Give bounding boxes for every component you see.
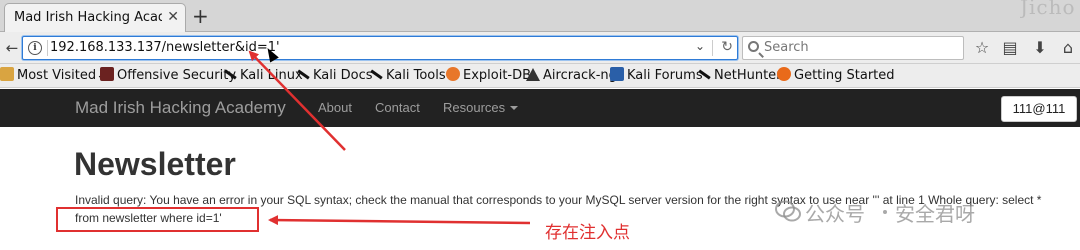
address-bar[interactable]: i 192.168.133.137/newsletter&id=1' ⌄ ↻ <box>22 36 738 60</box>
info-icon[interactable]: i <box>28 41 42 55</box>
caret-down-icon <box>510 106 519 110</box>
watermark-label: 公众号 <box>805 202 865 226</box>
firefox-icon <box>777 67 791 81</box>
url-input[interactable]: 192.168.133.137/newsletter&id=1' <box>50 40 280 55</box>
home-icon[interactable]: ⌂ <box>1058 38 1078 58</box>
url-divider <box>712 40 713 56</box>
nav-contact-link[interactable]: Contact <box>375 100 420 115</box>
bookmark-kali-docs[interactable]: Kali Docs <box>296 67 373 85</box>
user-account-button[interactable]: 111@111 <box>1001 96 1077 122</box>
bookmark-kali-tools[interactable]: Kali Tools <box>369 67 446 85</box>
search-input[interactable]: Search <box>742 36 964 60</box>
page-title: Newsletter <box>74 146 236 182</box>
tab-title: Mad Irish Hacking Academ <box>14 10 162 25</box>
bookmarks-bar: Most Visited⌄ Offensive Security Kali Li… <box>0 64 1080 88</box>
injection-highlight-box <box>56 207 259 232</box>
browser-tab[interactable]: Mad Irish Hacking Academ ✕ <box>4 3 186 33</box>
bookmark-most-visited[interactable]: Most Visited⌄ <box>0 67 107 85</box>
site-brand-link[interactable]: Mad Irish Hacking Academy <box>75 98 286 118</box>
bookmark-label: Kali Tools <box>386 68 446 83</box>
kali-forums-icon <box>610 67 624 81</box>
bookmark-exploit-db[interactable]: Exploit-DB <box>446 67 531 85</box>
bookmark-label: Kali Docs <box>313 68 373 83</box>
kali-dragon-icon <box>697 67 711 81</box>
url-divider <box>47 40 48 56</box>
new-tab-button[interactable]: + <box>192 4 209 28</box>
bookmark-label: Kali Forums <box>627 68 703 83</box>
watermark-name: 安全君呀 <box>895 202 975 226</box>
exploitdb-icon <box>446 67 460 81</box>
nav-resources-label: Resources <box>443 100 506 115</box>
bookmark-label: NetHunter <box>714 68 782 83</box>
chevron-down-icon[interactable]: ⌄ <box>695 39 705 53</box>
bookmark-label: Exploit-DB <box>463 68 532 83</box>
watermark-dot <box>883 210 887 214</box>
bookmark-label: Most Visited <box>17 68 97 83</box>
bookmark-star-icon[interactable]: ☆ <box>972 38 992 58</box>
kali-dragon-icon <box>223 67 237 81</box>
wechat-icon <box>775 200 801 222</box>
bookmark-kali-linux[interactable]: Kali Linux <box>223 67 303 85</box>
library-icon[interactable]: ▤ <box>1000 38 1020 58</box>
site-navbar: Mad Irish Hacking Academy About Contact … <box>0 89 1080 127</box>
bookmark-aircrack-ng[interactable]: Aircrack-ng <box>526 67 617 85</box>
offsec-icon <box>100 67 114 81</box>
bookmark-getting-started[interactable]: Getting Started <box>777 67 895 85</box>
kali-dragon-icon <box>369 67 383 81</box>
close-tab-icon[interactable]: ✕ <box>167 9 179 25</box>
bookmark-nethunter[interactable]: NetHunter <box>697 67 782 85</box>
nav-resources-dropdown[interactable]: Resources <box>443 100 519 115</box>
folder-icon <box>0 67 14 81</box>
bookmark-label: Aircrack-ng <box>543 68 617 83</box>
decoration: Jicho <box>1020 0 1076 18</box>
reload-icon[interactable]: ↻ <box>721 39 733 55</box>
nav-about-link[interactable]: About <box>318 100 352 115</box>
bookmark-label: Offensive Security <box>117 68 237 83</box>
navigation-toolbar: ← i 192.168.133.137/newsletter&id=1' ⌄ ↻… <box>0 32 1080 64</box>
bookmark-kali-forums[interactable]: Kali Forums <box>610 67 703 85</box>
aircrack-icon <box>526 68 540 81</box>
bookmark-label: Kali Linux <box>240 68 303 83</box>
search-icon <box>748 41 759 52</box>
search-placeholder: Search <box>764 40 809 55</box>
kali-dragon-icon <box>296 67 310 81</box>
annotation-label: 存在注入点 <box>545 223 630 243</box>
bookmark-label: Getting Started <box>794 68 895 83</box>
bookmark-offensive-security[interactable]: Offensive Security <box>100 67 236 85</box>
arrow-to-query <box>268 215 531 226</box>
tab-strip: Mad Irish Hacking Academ ✕ + Jicho <box>0 0 1080 33</box>
back-icon[interactable]: ← <box>2 38 22 58</box>
download-icon[interactable]: ⬇ <box>1030 38 1050 58</box>
